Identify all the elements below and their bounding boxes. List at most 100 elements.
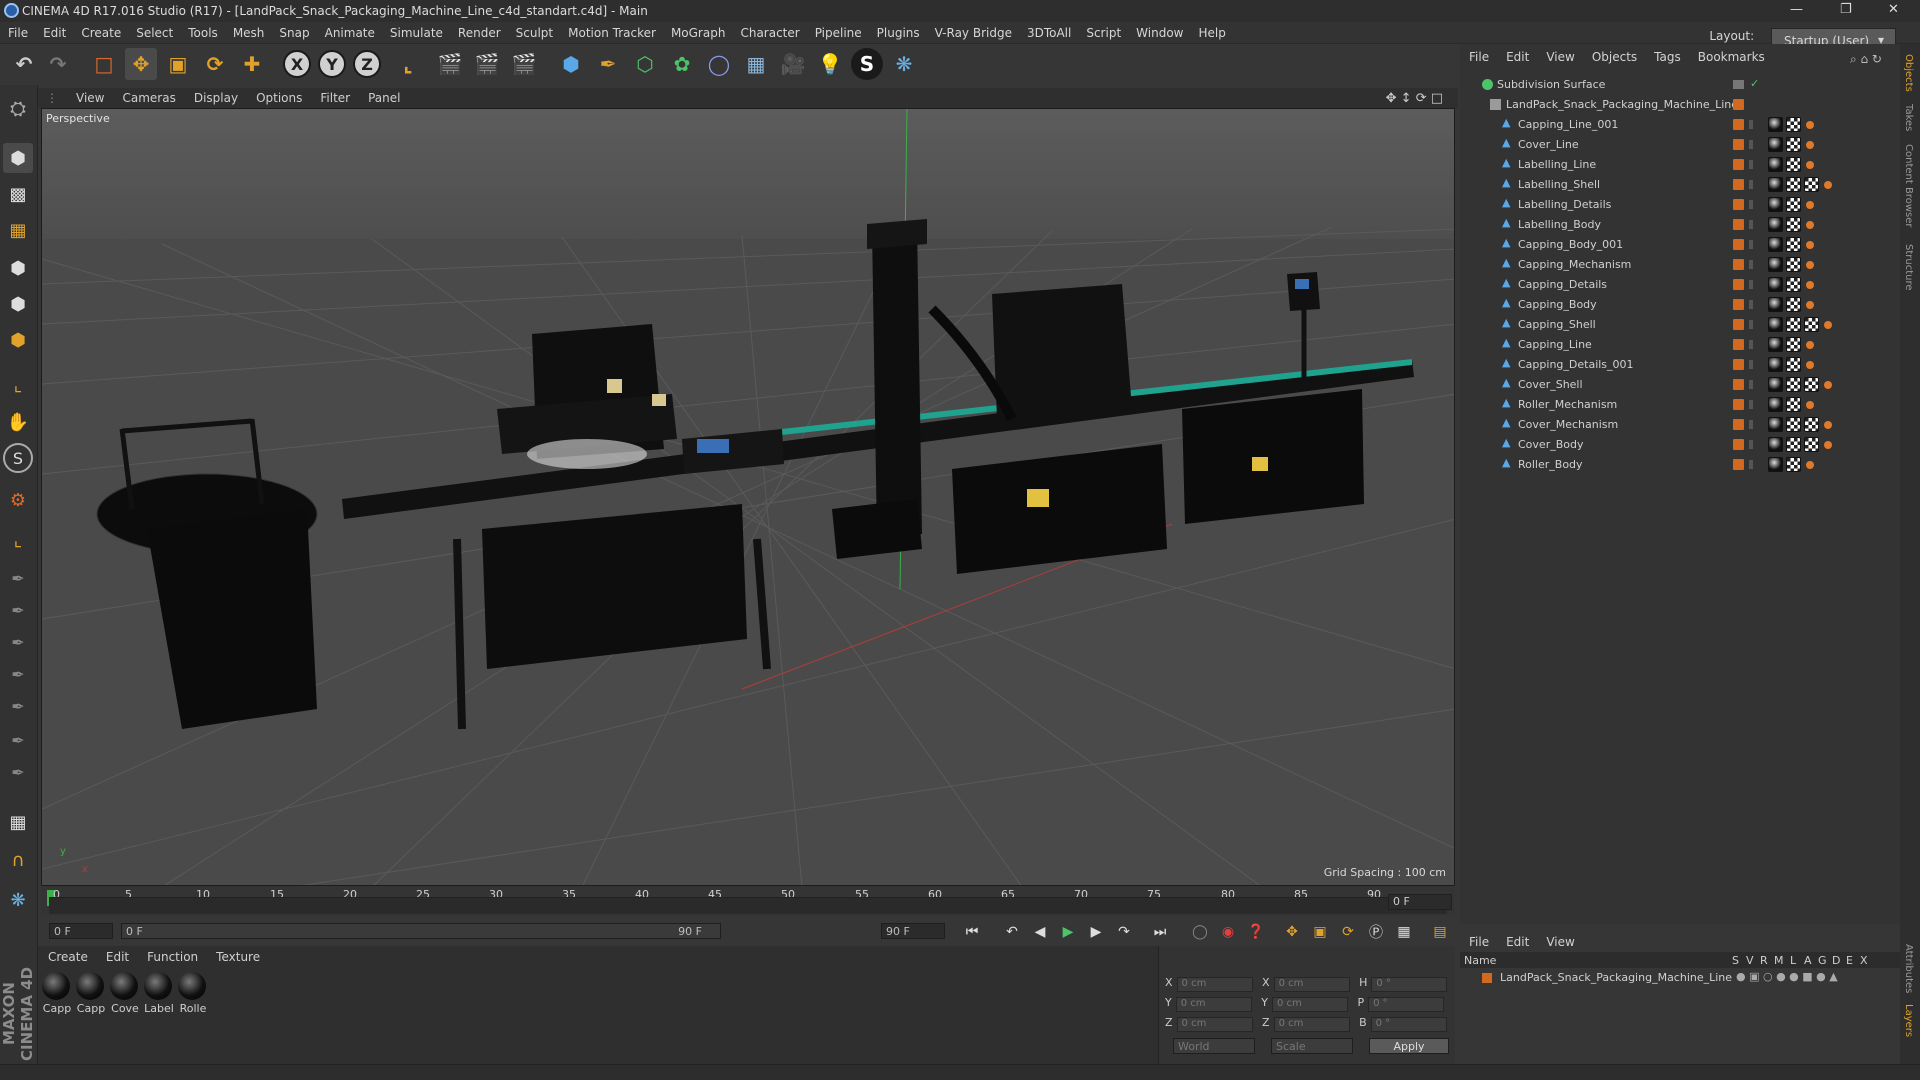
material-tag-icon[interactable]	[1768, 337, 1783, 352]
menu-mesh[interactable]: Mesh	[225, 22, 272, 40]
deformer-icon[interactable]: ◯	[703, 48, 735, 80]
material-menu-create[interactable]: Create	[38, 946, 96, 964]
object-row[interactable]: ▲ Labelling_Body	[1460, 214, 1892, 234]
menu-motion-tracker[interactable]: Motion Tracker	[560, 22, 663, 40]
menu-plugins[interactable]: Plugins	[869, 22, 927, 40]
material-tag-icon[interactable]	[1768, 457, 1783, 472]
layer-color-swatch[interactable]	[1733, 139, 1744, 150]
texture-tag-icon[interactable]	[1786, 337, 1801, 352]
goto-start-icon[interactable]: ⏮	[961, 921, 983, 943]
menu-edit[interactable]: Edit	[35, 22, 73, 40]
key-rotation-icon[interactable]: ⟳	[1337, 921, 1359, 943]
y-axis-lock-icon[interactable]: Y	[318, 50, 346, 78]
viewport-menu-cameras[interactable]: Cameras	[113, 88, 184, 105]
rotation-p-field[interactable]: 0 °	[1368, 997, 1445, 1012]
soft-selection-icon[interactable]: ⚙	[3, 485, 33, 515]
magnet-icon[interactable]: ∩	[3, 845, 33, 875]
render-picture-viewer-icon[interactable]: 🎬	[471, 48, 503, 80]
layer-color-swatch[interactable]	[1733, 379, 1744, 390]
layer-color-swatch[interactable]	[1733, 319, 1744, 330]
menu-3dtoall[interactable]: 3DToAll	[1019, 22, 1078, 40]
layout-dropdown[interactable]: Startup (User) ▾	[1771, 28, 1896, 48]
layers-menu-view[interactable]: View	[1537, 932, 1582, 949]
tab-content-browser[interactable]: Content Browser	[1903, 144, 1914, 227]
z-axis-lock-icon[interactable]: Z	[353, 50, 381, 78]
menu-sculpt[interactable]: Sculpt	[508, 22, 560, 40]
visibility-toggle[interactable]	[1749, 240, 1753, 249]
light-icon[interactable]: 💡	[814, 48, 846, 80]
texture-tag-icon[interactable]	[1786, 237, 1801, 252]
layer-color-swatch[interactable]	[1733, 119, 1744, 130]
material-tag-icon[interactable]	[1768, 217, 1783, 232]
preview-range-slider[interactable]: 0 F 90 F	[121, 923, 721, 939]
material-tag-icon[interactable]	[1768, 297, 1783, 312]
objects-menu-edit[interactable]: Edit	[1497, 48, 1537, 64]
size-z-field[interactable]: 0 cm	[1273, 1017, 1350, 1032]
apply-button[interactable]: Apply	[1369, 1038, 1449, 1054]
visibility-toggle[interactable]	[1749, 420, 1753, 429]
texture-tag-icon[interactable]	[1786, 177, 1801, 192]
keyframe-selection-icon[interactable]: ❓	[1245, 921, 1267, 943]
phong-tag-icon[interactable]	[1824, 421, 1832, 429]
tab-attributes[interactable]: Attributes	[1903, 944, 1914, 993]
visibility-toggle[interactable]	[1733, 80, 1744, 89]
sculpt-tool-6-icon[interactable]: ✒	[3, 725, 33, 755]
texture-tag-icon[interactable]	[1786, 217, 1801, 232]
object-row[interactable]: ▲ Capping_Line	[1460, 334, 1892, 354]
redo-icon[interactable]: ↷	[42, 48, 74, 80]
key-pla-icon[interactable]: ▦	[1393, 921, 1415, 943]
texture-tag-icon[interactable]	[1786, 157, 1801, 172]
material-menu-edit[interactable]: Edit	[96, 946, 137, 964]
texture-tag-icon[interactable]	[1786, 197, 1801, 212]
viewport-menu-display[interactable]: Display	[185, 88, 247, 105]
material-swatch[interactable]: Capp	[42, 972, 72, 1015]
layer-color-swatch[interactable]	[1733, 279, 1744, 290]
visibility-toggle[interactable]	[1749, 140, 1753, 149]
size-x-field[interactable]: 0 cm	[1273, 977, 1350, 992]
material-menu-function[interactable]: Function	[137, 946, 206, 964]
viewport-menu-view[interactable]: View	[67, 88, 113, 105]
phong-tag-icon[interactable]	[1806, 461, 1814, 469]
visibility-toggle[interactable]	[1749, 460, 1753, 469]
layers-menu-edit[interactable]: Edit	[1497, 932, 1537, 949]
layer-color-swatch[interactable]	[1733, 99, 1744, 110]
layer-color-swatch[interactable]	[1733, 159, 1744, 170]
key-position-icon[interactable]: ✥	[1281, 921, 1303, 943]
enabled-check-icon[interactable]: ✓	[1750, 77, 1759, 90]
menu-create[interactable]: Create	[73, 22, 128, 40]
menu-file[interactable]: File	[0, 22, 35, 40]
polygons-mode-icon[interactable]: ⬢	[3, 325, 33, 355]
layer-color-swatch[interactable]	[1733, 439, 1744, 450]
visibility-toggle[interactable]	[1749, 360, 1753, 369]
phong-tag-icon[interactable]	[1806, 241, 1814, 249]
tab-objects[interactable]: Objects	[1903, 54, 1914, 92]
texture-tag-icon[interactable]	[1786, 417, 1801, 432]
coordinate-system-icon[interactable]: ⌞	[392, 48, 424, 80]
vray-icon[interactable]: S	[851, 48, 883, 80]
position-x-field[interactable]: 0 cm	[1176, 977, 1253, 992]
phong-tag-icon[interactable]	[1806, 301, 1814, 309]
menu-pipeline[interactable]: Pipeline	[807, 22, 869, 40]
objects-menu-objects[interactable]: Objects	[1583, 48, 1645, 64]
object-row[interactable]: ▲ Capping_Details_001	[1460, 354, 1892, 374]
tweak-mode-icon[interactable]: ✋	[3, 407, 33, 437]
texture-tag-icon[interactable]	[1786, 277, 1801, 292]
layer-color-swatch[interactable]	[1733, 179, 1744, 190]
visibility-toggle[interactable]	[1749, 220, 1753, 229]
layer-color-swatch[interactable]	[1733, 199, 1744, 210]
minimize-icon[interactable]: —	[1790, 2, 1803, 17]
material-tag-icon[interactable]	[1768, 177, 1783, 192]
previous-key-icon[interactable]: ↶	[1001, 921, 1023, 943]
snap-icon[interactable]: S	[3, 443, 33, 473]
python-script-icon[interactable]: ❋	[3, 885, 33, 915]
object-row[interactable]: ▲ Labelling_Shell	[1460, 174, 1892, 194]
texture-tag-icon[interactable]	[1786, 457, 1801, 472]
cloner-icon[interactable]: ✿	[666, 48, 698, 80]
layer-color-swatch[interactable]	[1733, 259, 1744, 270]
position-y-field[interactable]: 0 cm	[1175, 997, 1252, 1012]
visibility-toggle[interactable]	[1749, 200, 1753, 209]
visibility-toggle[interactable]	[1749, 340, 1753, 349]
menu-help[interactable]: Help	[1190, 22, 1232, 40]
floor-scene-icon[interactable]: ▦	[740, 48, 772, 80]
material-swatch[interactable]: Cove	[110, 972, 140, 1015]
